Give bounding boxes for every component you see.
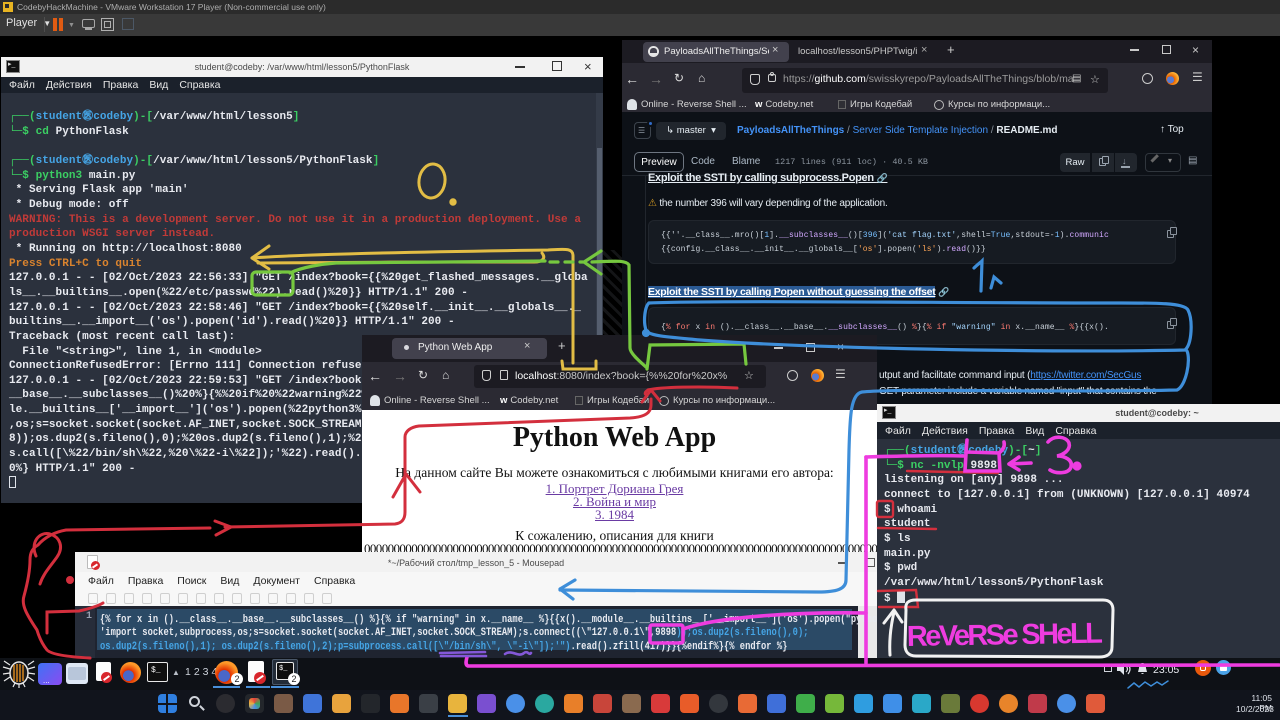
svg-text:ReVeRSe SHeLL: ReVeRSe SHeLL	[907, 618, 1104, 653]
